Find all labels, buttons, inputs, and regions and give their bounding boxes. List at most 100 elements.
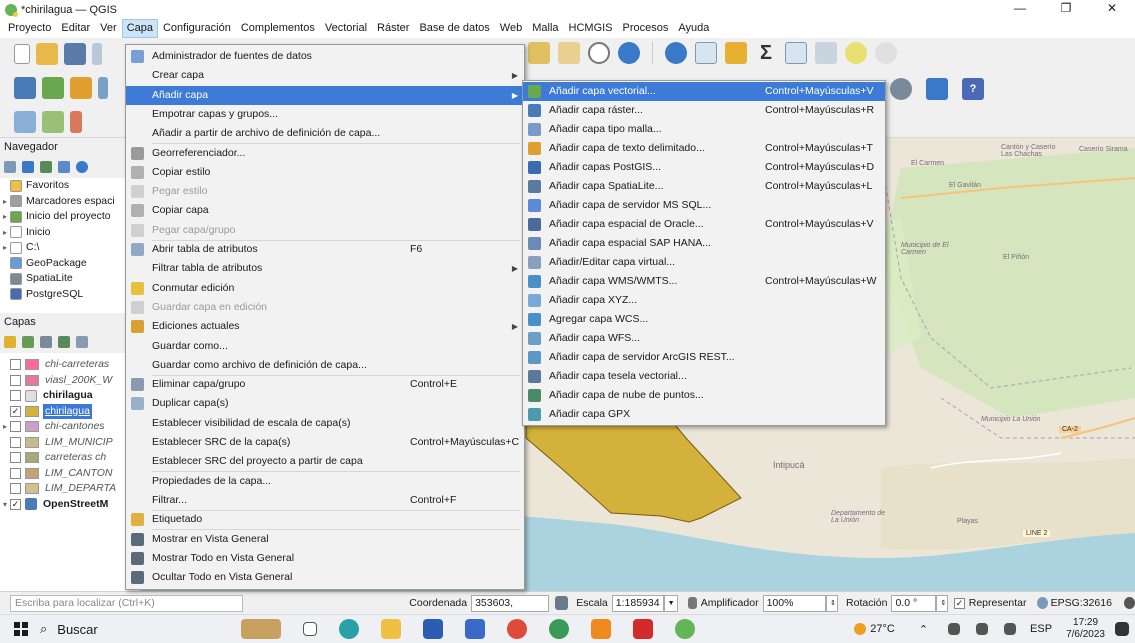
taskbar-search[interactable]: ⌕ Buscar xyxy=(40,621,230,637)
locator-search-input[interactable]: Escriba para localizar (Ctrl+K) xyxy=(10,594,244,612)
menu-capa[interactable]: Capa xyxy=(121,19,158,38)
browser-item[interactable]: ▸ C:\ xyxy=(0,240,139,256)
minimize-button[interactable]: — xyxy=(997,0,1043,19)
map-tips-icon[interactable] xyxy=(845,42,867,64)
anadir-menu-item[interactable]: Añadir capa de servidor ArcGIS REST... xyxy=(523,348,885,367)
anadir-menu-item[interactable]: Añadir capa de texto delimitado... Contro… xyxy=(523,139,885,158)
menu-procesos[interactable]: Procesos xyxy=(618,20,674,37)
processing-toolbox-icon[interactable] xyxy=(725,42,747,64)
menu-hcmgis[interactable]: HCMGIS xyxy=(564,20,618,37)
capa-menu-item[interactable]: Añadir capa ▶ xyxy=(126,85,524,105)
layer-visibility-checkbox[interactable] xyxy=(10,421,21,433)
add-delimited-text-icon[interactable] xyxy=(70,77,92,99)
anadir-menu-item[interactable]: Añadir capa WFS... xyxy=(523,329,885,348)
menu-complementos[interactable]: Complementos xyxy=(236,20,320,37)
layer-item[interactable]: carreteras ch xyxy=(0,450,139,466)
layer-item[interactable]: chirilagua xyxy=(0,388,139,404)
acrobat-icon[interactable] xyxy=(633,619,653,639)
anadir-menu-item[interactable]: Añadir capa vectorial... Control+Mayúscul… xyxy=(523,82,885,101)
capa-menu-item[interactable]: Copiar estilo xyxy=(126,163,524,182)
browser-item[interactable]: ▸ Marcadores espaci xyxy=(0,194,139,210)
open-layer-styling-icon[interactable] xyxy=(4,336,16,348)
weather-widget-icon[interactable] xyxy=(241,619,281,639)
measure-icon[interactable] xyxy=(785,42,807,64)
anadir-menu-item[interactable]: Añadir capa GPX xyxy=(523,405,885,424)
add-selected-icon[interactable] xyxy=(4,161,16,173)
expand-arrow-icon[interactable]: ▸ xyxy=(0,240,10,256)
capa-menu-item[interactable]: Guardar como... xyxy=(126,337,524,356)
temperature-label[interactable]: 27°C xyxy=(870,623,895,635)
statistics-sigma-icon[interactable]: Σ xyxy=(755,42,777,64)
data-source-manager-icon[interactable] xyxy=(14,77,36,99)
capa-menu-item[interactable]: Abrir tabla de atributos F6 xyxy=(126,240,524,259)
pen-icon[interactable] xyxy=(976,623,989,635)
capa-menu-item[interactable]: Empotrar capas y grupos... xyxy=(126,105,524,124)
crs-globe-icon[interactable] xyxy=(1036,597,1048,609)
chrome-profile-icon[interactable] xyxy=(549,619,569,639)
zoom-search-icon[interactable] xyxy=(875,42,897,64)
anadir-menu-item[interactable]: Añadir/Editar capa virtual... xyxy=(523,253,885,272)
new-print-layout-icon[interactable] xyxy=(92,43,102,65)
rotation-field[interactable]: 0.0 ° xyxy=(891,594,937,612)
show-hidden-icons-chevron-icon[interactable]: ⌃ xyxy=(919,623,928,636)
toggle-extents-icon[interactable] xyxy=(555,596,569,610)
layer-item[interactable]: chi-carreteras xyxy=(0,357,139,373)
refresh-icon[interactable] xyxy=(618,42,640,64)
capa-menu-item[interactable]: Etiquetado xyxy=(126,510,524,529)
capa-menu-item[interactable]: Georreferenciador... xyxy=(126,144,524,163)
anadir-menu-item[interactable]: Agregar capa WCS... xyxy=(523,310,885,329)
expand-arrow-icon[interactable]: ▸ xyxy=(0,225,10,241)
messages-icon[interactable] xyxy=(1123,597,1135,609)
capa-menu-item[interactable]: Copiar capa xyxy=(126,201,524,220)
collapse-all-icon[interactable] xyxy=(58,161,70,173)
coordinate-field[interactable]: 353603, 1478130 xyxy=(471,594,550,624)
layer-item[interactable]: ▾ ✓ OpenStreetM xyxy=(0,497,139,513)
menu-ayuda[interactable]: Ayuda xyxy=(673,20,714,37)
expand-arrow-icon[interactable]: ▾ xyxy=(0,497,10,513)
capa-menu-item[interactable]: Añadir a partir de archivo de definición… xyxy=(126,124,524,143)
clock-icon[interactable] xyxy=(588,42,610,64)
scale-field[interactable]: 1:185934 xyxy=(611,594,664,612)
capa-menu-item[interactable]: Establecer SRC de la capa(s) Control+Mayú… xyxy=(126,433,524,452)
layer-visibility-checkbox[interactable]: ✓ xyxy=(10,498,21,510)
menu-web[interactable]: Web xyxy=(495,20,527,37)
capa-menu-item[interactable]: Ocultar Todo en Vista General xyxy=(126,568,524,587)
anadir-menu-item[interactable]: Añadir capa de servidor MS SQL... xyxy=(523,196,885,215)
layer-visibility-checkbox[interactable]: ✓ xyxy=(10,405,21,417)
anadir-menu-item[interactable]: Añadir capa ráster... Control+Mayúsculas+… xyxy=(523,101,885,120)
layer-visibility-checkbox[interactable] xyxy=(10,452,21,464)
layer-visibility-checkbox[interactable] xyxy=(10,359,21,371)
anadir-menu-item[interactable]: Añadir capa espacial SAP HANA... xyxy=(523,234,885,253)
add-group-icon[interactable] xyxy=(22,336,34,348)
anadir-menu-item[interactable]: Añadir capa tesela vectorial... xyxy=(523,367,885,386)
new-project-icon[interactable] xyxy=(14,44,30,64)
browser-item[interactable]: PostgreSQL xyxy=(0,287,139,303)
plugin-python-icon[interactable] xyxy=(926,78,948,100)
deselect-icon[interactable] xyxy=(42,110,64,133)
menu-base-de-datos[interactable]: Base de datos xyxy=(414,20,494,37)
capa-menu-item[interactable]: Establecer SRC del proyecto a partir de … xyxy=(126,452,524,471)
refresh-icon[interactable] xyxy=(22,161,34,173)
maximize-button[interactable]: ❐ xyxy=(1043,0,1089,19)
store-icon[interactable] xyxy=(465,619,485,639)
expand-arrow-icon[interactable]: ▸ xyxy=(0,419,10,435)
language-label[interactable]: ESP xyxy=(1030,623,1052,635)
speaker-icon[interactable] xyxy=(1004,623,1017,635)
edge-icon[interactable] xyxy=(339,619,359,639)
network-icon[interactable] xyxy=(948,623,961,635)
menu-ráster[interactable]: Ráster xyxy=(372,20,414,37)
help-icon[interactable]: ? xyxy=(962,78,984,100)
menu-ver[interactable]: Ver xyxy=(95,20,122,37)
layer-visibility-checkbox[interactable] xyxy=(10,436,21,448)
anadir-menu-item[interactable]: Añadir capas PostGIS... Control+Mayúscula… xyxy=(523,158,885,177)
select-features-icon[interactable] xyxy=(14,110,36,133)
layer-visibility-checkbox[interactable] xyxy=(10,467,21,479)
capa-menu-item[interactable]: Conmutar edición xyxy=(126,279,524,298)
capa-menu-item[interactable]: Duplicar capa(s) xyxy=(126,394,524,413)
add-vector-layer-icon[interactable] xyxy=(42,77,64,99)
layer-visibility-checkbox[interactable] xyxy=(10,483,21,495)
capa-menu-item[interactable]: Mostrar en Vista General xyxy=(126,530,524,549)
open-attribute-table-icon[interactable] xyxy=(695,42,717,64)
anadir-menu-item[interactable]: Añadir capa espacial de Oracle... Control… xyxy=(523,215,885,234)
word-icon[interactable] xyxy=(423,619,443,639)
